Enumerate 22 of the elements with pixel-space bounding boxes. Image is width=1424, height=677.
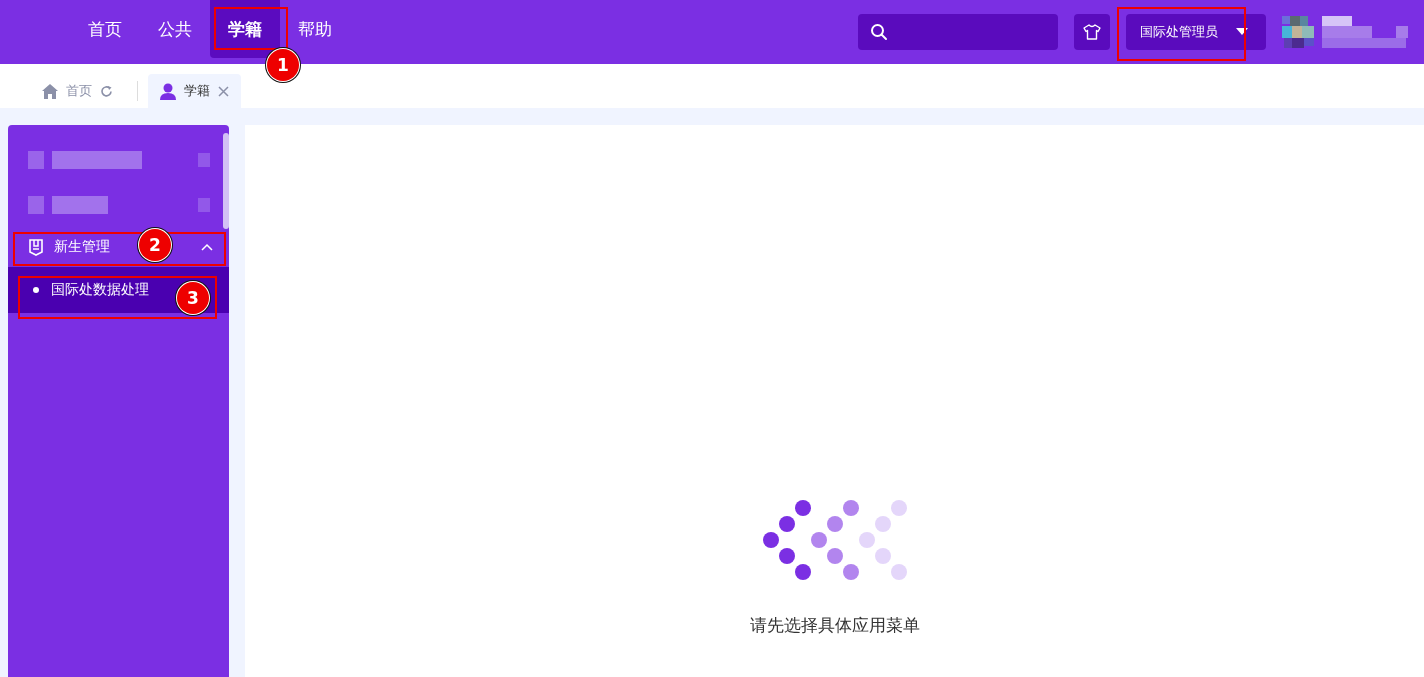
page-tab[interactable]: 首页 — [30, 74, 125, 108]
shirt-icon — [1083, 24, 1101, 40]
caret-icon — [1236, 28, 1248, 36]
close-icon[interactable] — [218, 85, 229, 97]
nav-tab[interactable]: 公共 — [140, 0, 210, 58]
menu-group[interactable]: 新生管理 — [28, 238, 110, 256]
person-icon — [160, 82, 176, 100]
nav-tab[interactable]: 学籍 — [210, 0, 280, 58]
document-icon — [28, 238, 44, 256]
step-number: 1 — [267, 49, 299, 81]
nav-tab[interactable]: 首页 — [70, 0, 140, 58]
empty-message: 请先选择具体应用菜单 — [749, 614, 920, 637]
home-icon — [42, 83, 58, 99]
search-icon — [870, 23, 888, 41]
step-number: 3 — [177, 282, 209, 314]
step-number: 2 — [139, 229, 171, 261]
role-dropdown[interactable]: 国际处管理员 — [1126, 14, 1266, 50]
submenu-item[interactable]: 国际处数据处理 — [33, 281, 149, 299]
refresh-icon[interactable] — [100, 84, 113, 98]
page-tab[interactable]: 学籍 — [148, 74, 241, 108]
search-field[interactable] — [858, 14, 1058, 50]
theme-button[interactable] — [1074, 14, 1110, 50]
